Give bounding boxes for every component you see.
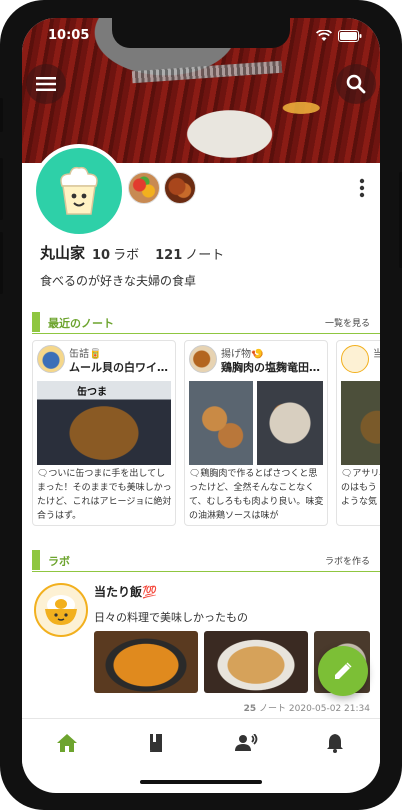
labs-count: 10: [92, 248, 111, 263]
new-note-fab[interactable]: [318, 646, 368, 696]
cupcake-icon: [60, 166, 98, 215]
lab-description: 日々の料理で美味しかったもの: [94, 611, 248, 624]
more-vertical-icon: [359, 178, 365, 198]
volume-up-button: [0, 158, 3, 220]
note-photo: [341, 381, 380, 465]
note-category: 当: [373, 345, 380, 360]
note-photo: [257, 381, 323, 465]
status-time: 10:05: [48, 28, 90, 43]
section-divider: [32, 333, 380, 334]
app-screen: 10:05 丸山家 10 ラボ 121 ノート 食べるのが好きな夫婦の食卓 最近…: [22, 18, 380, 793]
note-category: 缶詰🥫: [69, 349, 102, 360]
note-category: 揚げ物🍤: [221, 349, 264, 360]
wifi-icon: [316, 30, 332, 41]
lab-notes-unit: ノート: [259, 704, 287, 714]
see-all-notes-link[interactable]: 一覧を見る: [325, 316, 370, 329]
tab-notebook[interactable]: [112, 719, 202, 767]
labs-unit: ラボ: [113, 248, 140, 263]
note-title: 鶏胸肉の塩麹竜田揚げ: [221, 361, 323, 374]
note-card[interactable]: 揚げ物🍤 鶏胸肉の塩麹竜田揚げ 🗨鶏胸肉で作るとぱさつくと思ったけど、全然そんな…: [184, 340, 328, 526]
member-avatar-1[interactable]: [128, 172, 160, 204]
volume-down-button: [0, 232, 3, 294]
cover-grill: [131, 60, 283, 84]
note-author-avatar: [341, 345, 369, 373]
photo-label: 缶つま: [77, 387, 107, 398]
profile-bio: 食べるのが好きな夫婦の食卓: [40, 274, 197, 288]
phone-frame: 10:05 丸山家 10 ラボ 121 ノート 食べるのが好きな夫婦の食卓 最近…: [0, 0, 402, 810]
notes-unit: ノート: [185, 248, 225, 263]
lab-notes-count: 25: [243, 704, 257, 714]
note-excerpt: 🗨ついに缶つまに手を出してしまった！そのままでも美味しかったけど、これはアヒージ…: [37, 469, 172, 521]
labs-title: ラボ: [48, 555, 70, 568]
note-author-avatar: [37, 345, 65, 373]
menu-button[interactable]: [26, 64, 66, 104]
notes-count: 121: [155, 248, 183, 263]
note-photo: 缶つま: [37, 381, 171, 465]
notes-stat[interactable]: 121 ノート: [155, 244, 224, 263]
recent-notes-header: 最近のノート 一覧を見る: [32, 312, 380, 334]
lab-meta: 25 ノート 2020-05-02 21:34: [244, 701, 370, 714]
tab-following[interactable]: [201, 719, 291, 767]
section-accent-bar: [32, 312, 40, 332]
labs-stat[interactable]: 10 ラボ: [92, 244, 139, 263]
tab-notifications[interactable]: [291, 719, 381, 767]
mute-switch: [0, 98, 3, 132]
note-excerpt: 🗨アサリ、め のはもう ような気: [341, 469, 380, 507]
home-icon: [56, 734, 77, 752]
search-button[interactable]: [336, 64, 376, 104]
note-excerpt: 🗨鶏胸肉で作るとぱさつくと思ったけど、全然そんなことなくて、むしろもも肉より良い…: [189, 469, 324, 521]
more-options-button[interactable]: [358, 178, 366, 198]
lab-photo: [204, 631, 308, 693]
bottom-tab-bar: [22, 718, 380, 767]
battery-icon: [338, 30, 362, 42]
section-accent-bar: [32, 550, 40, 570]
search-icon: [346, 74, 366, 94]
menu-icon: [36, 77, 56, 91]
lab-photo: [94, 631, 198, 693]
note-card[interactable]: 缶詰🥫 ムール貝の白ワイン蒸し 缶つま 🗨ついに缶つまに手を出してしまった！その…: [32, 340, 176, 526]
book-icon: [150, 734, 163, 752]
profile-name: 丸山家: [40, 244, 86, 262]
note-title: ムール貝の白ワイン蒸し: [69, 361, 171, 374]
section-divider: [32, 571, 380, 572]
rice-bowl-icon: [45, 595, 77, 625]
note-card[interactable]: 当 🗨アサリ、め のはもう ような気: [336, 340, 380, 526]
create-lab-link[interactable]: ラボを作る: [325, 554, 370, 567]
tab-home[interactable]: [22, 719, 112, 767]
lab-name: 当たり飯💯: [94, 585, 157, 599]
profile-stats: 10 ラボ 121 ノート: [92, 244, 224, 263]
lab-date: 2020-05-02 21:34: [288, 704, 370, 714]
bell-icon: [327, 734, 344, 753]
note-photo: [189, 381, 253, 465]
recent-notes-title: 最近のノート: [48, 317, 114, 330]
recent-notes-list: 缶詰🥫 ムール貝の白ワイン蒸し 缶つま 🗨ついに缶つまに手を出してしまった！その…: [32, 340, 380, 530]
labs-header: ラボ ラボを作る: [32, 550, 380, 572]
lab-avatar: [34, 583, 88, 637]
people-icon: [234, 734, 258, 751]
status-icons: [316, 30, 362, 42]
lab-item[interactable]: 当たり飯💯 日々の料理で美味しかったもの 25 ノート 2020-05-02 2…: [22, 573, 380, 723]
pencil-icon: [335, 662, 352, 679]
profile-avatar[interactable]: [32, 144, 126, 238]
member-avatar-2[interactable]: [164, 172, 196, 204]
notch: [112, 18, 290, 48]
home-indicator: [140, 780, 262, 784]
note-author-avatar: [189, 345, 217, 373]
